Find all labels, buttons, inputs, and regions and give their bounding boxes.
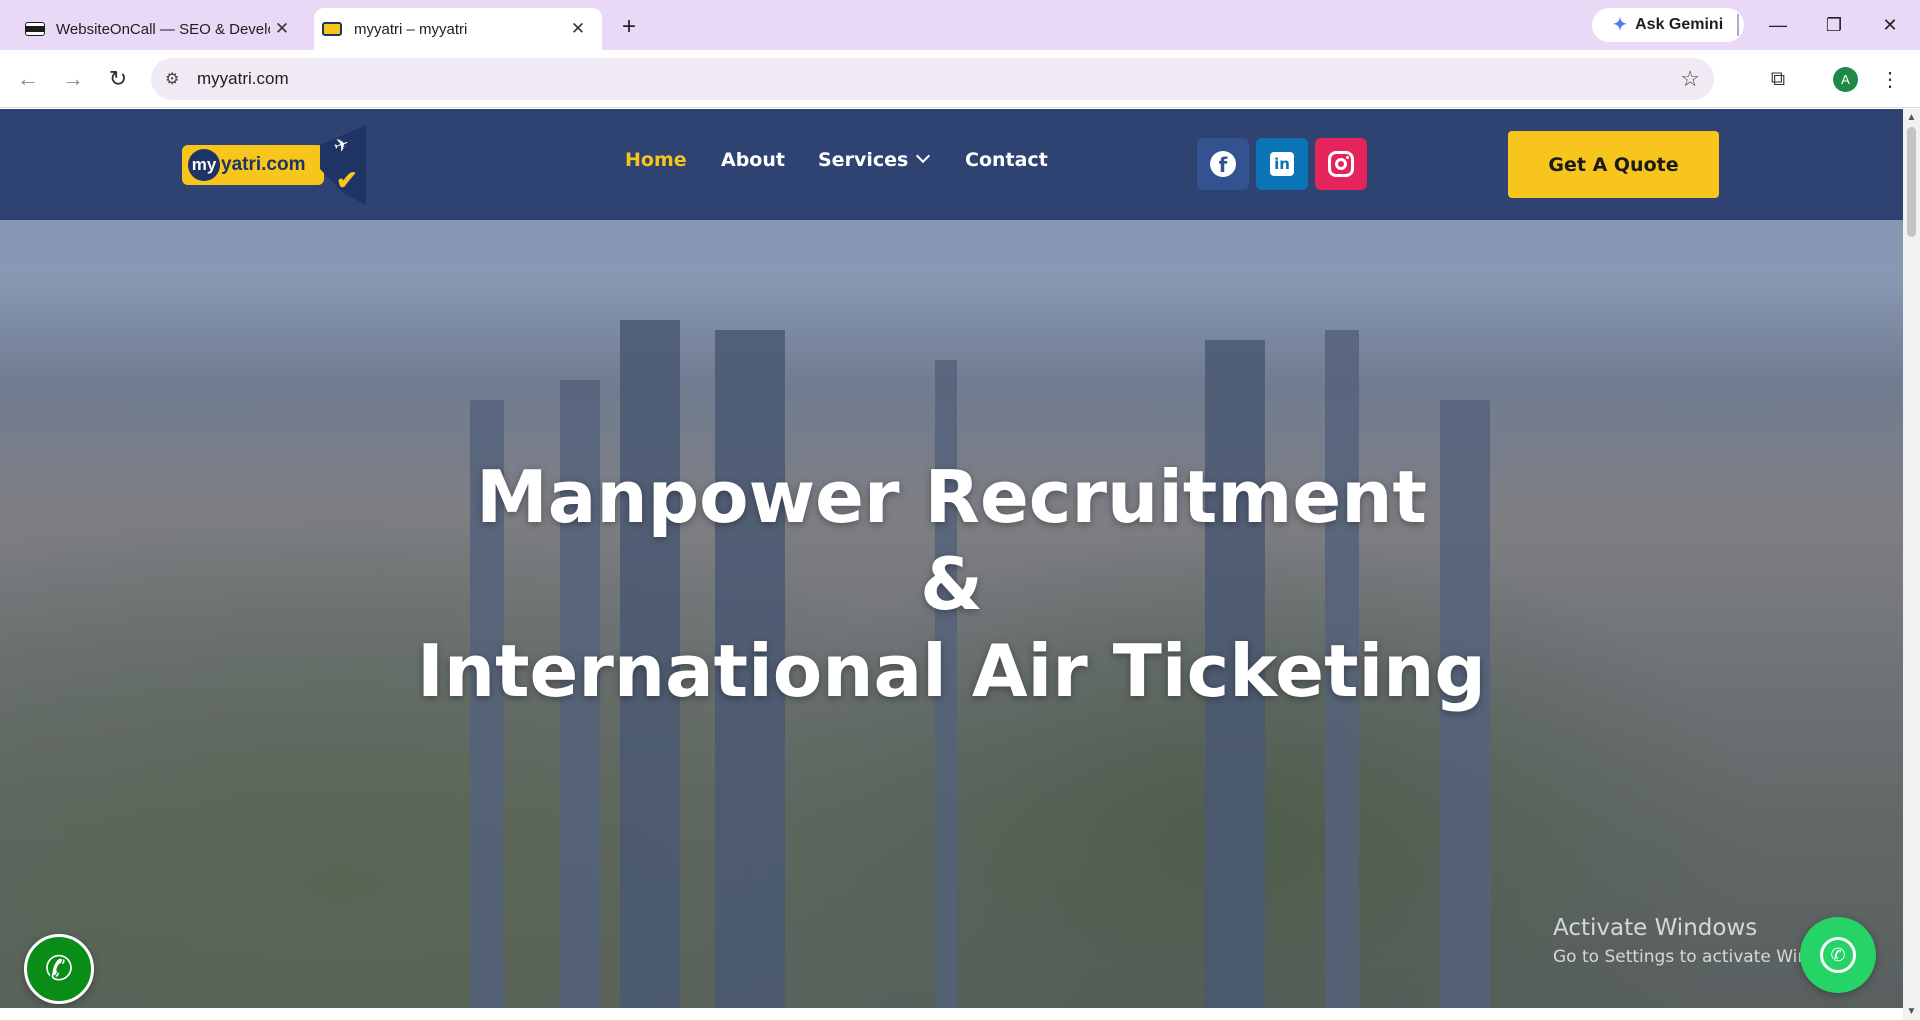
hero-line-3: International Air Ticketing xyxy=(417,629,1486,713)
nav-home-label: Home xyxy=(625,149,687,171)
address-bar[interactable]: ⚙ myyatri.com ☆ xyxy=(151,58,1714,100)
bookmark-star-icon[interactable]: ☆ xyxy=(1680,66,1700,92)
linkedin-link[interactable]: in xyxy=(1256,138,1308,190)
page-below-fold xyxy=(0,1008,1903,1020)
hero-heading: Manpower Recruitment & International Air… xyxy=(0,454,1903,715)
site-header: my yatri.com ✈ ✔ Home About Services Con… xyxy=(0,109,1903,220)
new-tab-button[interactable]: + xyxy=(614,12,644,42)
gemini-sparkle-icon: ✦ xyxy=(1612,15,1628,34)
logo-text: yatri.com xyxy=(221,154,306,175)
nav-home[interactable]: Home xyxy=(625,149,687,171)
ask-gemini-button[interactable]: ✦ Ask Gemini xyxy=(1592,8,1744,42)
reload-icon[interactable]: ↻ xyxy=(101,62,135,96)
forward-icon[interactable]: → xyxy=(56,62,90,96)
nav-about[interactable]: About xyxy=(721,149,785,171)
linkedin-icon: in xyxy=(1270,152,1294,176)
url-text[interactable]: myyatri.com xyxy=(197,69,289,89)
browser-toolbar: ← → ↻ ⚙ myyatri.com ☆ ⧉ ⋮ xyxy=(0,50,1920,108)
tab-title: WebsiteOnCall — SEO & Develo xyxy=(56,20,270,38)
close-tab-icon[interactable]: ✕ xyxy=(566,17,590,41)
tab-title: myyatri – myyatri xyxy=(354,20,468,38)
page-scrollbar[interactable]: ▲ ▼ xyxy=(1903,109,1920,1020)
site-info-icon[interactable]: ⚙ xyxy=(165,69,185,89)
whatsapp-icon: ✆ xyxy=(1820,937,1856,973)
close-window-button[interactable]: ✕ xyxy=(1862,8,1918,42)
browser-tab-strip: WebsiteOnCall — SEO & Develo ✕ myyatri –… xyxy=(0,0,1920,50)
whatsapp-button[interactable]: ✆ xyxy=(1800,917,1876,993)
scroll-down-icon[interactable]: ▼ xyxy=(1903,1003,1920,1020)
site-logo[interactable]: my yatri.com ✈ ✔ xyxy=(182,125,367,205)
websiteoncall-favicon-icon xyxy=(25,22,45,36)
tab-websiteoncall[interactable]: WebsiteOnCall — SEO & Develo ✕ xyxy=(10,8,306,50)
call-button[interactable]: ✆ xyxy=(24,934,94,1004)
nav-about-label: About xyxy=(721,149,785,171)
phone-icon: ✆ xyxy=(44,950,74,988)
checkmark-icon: ✔ xyxy=(336,165,358,195)
tab-myyatri[interactable]: myyatri – myyatri ✕ xyxy=(314,8,602,50)
profile-avatar[interactable]: A xyxy=(1833,67,1858,92)
facebook-link[interactable]: f xyxy=(1197,138,1249,190)
nav-contact-label: Contact xyxy=(965,149,1048,171)
tab-search-icon[interactable]: ⧉ xyxy=(1761,62,1795,96)
nav-contact[interactable]: Contact xyxy=(965,149,1048,171)
hero-line-1: Manpower Recruitment xyxy=(476,455,1427,539)
get-a-quote-button[interactable]: Get A Quote xyxy=(1508,131,1719,198)
tabbar-divider xyxy=(1737,14,1739,36)
facebook-icon: f xyxy=(1210,151,1236,177)
scroll-up-icon[interactable]: ▲ xyxy=(1903,109,1920,126)
close-tab-icon[interactable]: ✕ xyxy=(270,17,294,41)
logo-pill: my yatri.com xyxy=(182,145,324,185)
nav-services[interactable]: Services xyxy=(818,148,931,171)
ask-gemini-label: Ask Gemini xyxy=(1635,16,1724,33)
nav-services-label: Services xyxy=(818,149,909,171)
hero-line-2: & xyxy=(920,542,983,626)
page-viewport: my yatri.com ✈ ✔ Home About Services Con… xyxy=(0,109,1903,1020)
logo-prefix: my xyxy=(188,149,220,181)
back-icon[interactable]: ← xyxy=(11,62,45,96)
instagram-icon xyxy=(1328,151,1354,177)
menu-dots-icon[interactable]: ⋮ xyxy=(1873,62,1907,96)
instagram-link[interactable] xyxy=(1315,138,1367,190)
restore-button[interactable]: ❐ xyxy=(1806,8,1862,42)
minimize-button[interactable]: — xyxy=(1750,8,1806,42)
scrollbar-thumb[interactable] xyxy=(1907,127,1916,237)
chevron-down-icon xyxy=(916,148,931,164)
myyatri-favicon-icon xyxy=(322,22,342,36)
